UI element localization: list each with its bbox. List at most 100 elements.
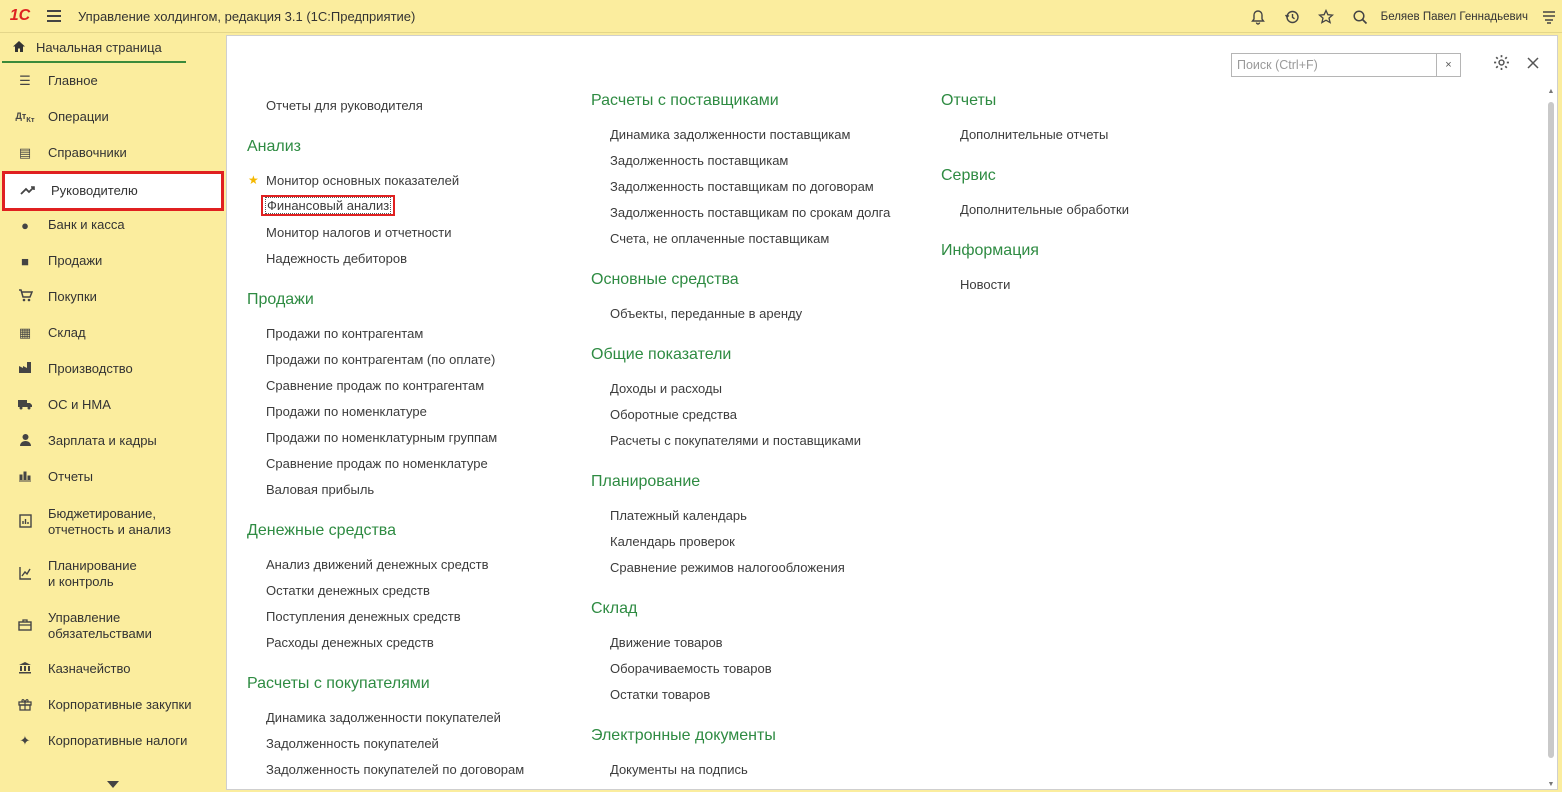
sidebar-item-operations[interactable]: ДтКт Операции	[2, 100, 224, 134]
menu-lines-icon[interactable]	[1536, 0, 1562, 33]
star-icon[interactable]	[1309, 0, 1343, 33]
settings-gear-icon[interactable]	[1491, 54, 1511, 76]
favorite-star-icon[interactable]: ★	[248, 173, 259, 187]
section-title-analysis: Анализ	[247, 138, 302, 155]
vertical-scrollbar[interactable]: ▲ ▼	[1547, 88, 1555, 788]
link-supplier-debt[interactable]: Задолженность поставщикам	[610, 153, 788, 168]
link-customer-debt-dynamics[interactable]: Динамика задолженности покупателей	[266, 710, 501, 725]
sidebar-item-reports[interactable]: Отчеты	[2, 460, 224, 494]
section-title-sales: Продажи	[247, 291, 314, 308]
home-icon	[12, 40, 26, 56]
scrollbar-thumb[interactable]	[1548, 102, 1554, 758]
bell-icon[interactable]	[1241, 0, 1275, 33]
sidebar-item-fixed-assets[interactable]: ОС и НМА	[2, 388, 224, 422]
link-additional-processing[interactable]: Дополнительные обработки	[960, 202, 1129, 217]
link-gross-profit[interactable]: Валовая прибыль	[266, 482, 374, 497]
link-sales-by-nomenclature-groups[interactable]: Продажи по номенклатурным группам	[266, 430, 497, 445]
user-name[interactable]: Беляев Павел Геннадьевич	[1381, 11, 1528, 23]
section-title-service: Сервис	[941, 167, 996, 184]
sidebar-item-payroll[interactable]: Зарплата и кадры	[2, 424, 224, 458]
link-documents-to-sign[interactable]: Документы на подпись	[610, 762, 748, 777]
sidebar-scroll-down-button[interactable]	[0, 776, 226, 792]
section-title-planning: Планирование	[591, 473, 701, 490]
sidebar-item-label: Покупки	[48, 289, 97, 304]
link-sales-by-counterparty[interactable]: Продажи по контрагентам	[266, 326, 423, 341]
sidebar-item-planning[interactable]: Планирование и контроль	[2, 552, 224, 596]
section-title-information: Информация	[941, 242, 1039, 259]
history-icon[interactable]	[1275, 0, 1309, 33]
link-tax-regime-comparison[interactable]: Сравнение режимов налогообложения	[610, 560, 845, 575]
link-cash-receipts[interactable]: Поступления денежных средств	[266, 609, 461, 624]
link-news[interactable]: Новости	[960, 277, 1010, 292]
link-debtor-reliability[interactable]: Надежность дебиторов	[266, 251, 407, 266]
briefcase-icon	[2, 618, 48, 634]
link-cash-expenses[interactable]: Расходы денежных средств	[266, 635, 434, 650]
title-bar: 1С Управление холдингом, редакция 3.1 (1…	[0, 0, 1562, 33]
sidebar-item-label: Продажи	[48, 253, 103, 268]
close-icon[interactable]	[1523, 54, 1543, 76]
app-logo[interactable]: 1С	[0, 0, 40, 33]
sidebar-item-label: Корпоративные закупки	[48, 697, 192, 712]
search-icon[interactable]	[1343, 0, 1377, 33]
sidebar-item-purchases[interactable]: Покупки	[2, 280, 224, 314]
home-page-tab[interactable]: Начальная страница	[2, 34, 186, 63]
link-working-capital[interactable]: Оборотные средства	[610, 407, 737, 422]
sidebar-item-warehouse[interactable]: ▦ Склад	[2, 316, 224, 350]
sidebar-item-label: Планирование и контроль	[48, 558, 137, 589]
sidebar-item-label: Зарплата и кадры	[48, 433, 157, 448]
link-customer-debt-by-contracts[interactable]: Задолженность покупателей по договорам	[266, 762, 524, 777]
sidebar-item-manager[interactable]: Руководителю	[2, 171, 224, 211]
link-additional-reports[interactable]: Дополнительные отчеты	[960, 127, 1108, 142]
sidebar-item-treasury[interactable]: Казначейство	[2, 652, 224, 686]
search-input[interactable]	[1232, 54, 1436, 76]
sidebar-item-main[interactable]: ☰ Главное	[2, 64, 224, 98]
link-sales-comparison-nomenclature[interactable]: Сравнение продаж по номенклатуре	[266, 456, 488, 471]
sidebar-item-obligations[interactable]: Управление обязательствами	[2, 604, 224, 648]
link-cash-flow-analysis[interactable]: Анализ движений денежных средств	[266, 557, 489, 572]
sidebar-item-catalogs[interactable]: ▤ Справочники	[2, 136, 224, 170]
sidebar-item-bank[interactable]: ● Банк и касса	[2, 208, 224, 242]
link-inspection-calendar[interactable]: Календарь проверок	[610, 534, 735, 549]
link-monitor-key-indicators[interactable]: Монитор основных показателей	[266, 173, 459, 188]
sidebar-item-production[interactable]: Производство	[2, 352, 224, 386]
sidebar-item-budgeting[interactable]: Бюджетирование, отчетность и анализ	[2, 500, 224, 544]
link-goods-turnover[interactable]: Оборачиваемость товаров	[610, 661, 772, 676]
link-tax-monitor[interactable]: Монитор налогов и отчетности	[266, 225, 452, 240]
link-customer-debt[interactable]: Задолженность покупателей	[266, 736, 439, 751]
link-payment-calendar[interactable]: Платежный календарь	[610, 508, 747, 523]
sidebar-item-label: ОС и НМА	[48, 397, 111, 412]
link-goods-movement[interactable]: Движение товаров	[610, 635, 723, 650]
link-financial-analysis[interactable]: Финансовый анализ	[260, 195, 396, 216]
link-sales-comparison-counterparty[interactable]: Сравнение продаж по контрагентам	[266, 378, 484, 393]
link-cash-balances[interactable]: Остатки денежных средств	[266, 583, 430, 598]
link-leased-objects[interactable]: Объекты, переданные в аренду	[610, 306, 802, 321]
link-sales-by-nomenclature[interactable]: Продажи по номенклатуре	[266, 404, 427, 419]
link-supplier-debt-by-contracts[interactable]: Задолженность поставщикам по договорам	[610, 179, 874, 194]
section-title-cash: Денежные средства	[247, 522, 396, 539]
section-title-fixed-assets: Основные средства	[591, 271, 739, 288]
link-unpaid-supplier-invoices[interactable]: Счета, не оплаченные поставщикам	[610, 231, 829, 246]
link-customer-supplier-settlements[interactable]: Расчеты с покупателями и поставщиками	[610, 433, 861, 448]
sidebar-item-label: Казначейство	[48, 661, 131, 676]
trend-icon	[5, 184, 51, 199]
books-icon: ▤	[18, 145, 32, 160]
main-menu-button[interactable]	[40, 0, 68, 33]
search-clear-button[interactable]: ×	[1436, 54, 1460, 76]
sidebar-item-corporate-purchases[interactable]: Корпоративные закупки	[2, 688, 224, 722]
sidebar-item-sales[interactable]: ■ Продажи	[2, 244, 224, 278]
scroll-down-icon[interactable]: ▼	[1547, 781, 1555, 788]
sidebar-item-corporate-taxes[interactable]: ✦ Корпоративные налоги	[2, 724, 224, 758]
link-income-expenses[interactable]: Доходы и расходы	[610, 381, 722, 396]
sidebar-item-label: Производство	[48, 361, 133, 376]
link-reports-for-manager[interactable]: Отчеты для руководителя	[266, 98, 423, 113]
sidebar-item-label: Руководителю	[51, 183, 138, 198]
sidebar-item-label: Главное	[48, 73, 98, 88]
bank-icon	[2, 661, 48, 677]
gift-icon	[2, 697, 48, 714]
section-title-reports: Отчеты	[941, 92, 997, 109]
link-sales-by-counterparty-payment[interactable]: Продажи по контрагентам (по оплате)	[266, 352, 495, 367]
link-supplier-debt-dynamics[interactable]: Динамика задолженности поставщикам	[610, 127, 850, 142]
link-goods-balances[interactable]: Остатки товаров	[610, 687, 710, 702]
scroll-up-icon[interactable]: ▲	[1547, 88, 1555, 95]
link-supplier-debt-by-terms[interactable]: Задолженность поставщикам по срокам долг…	[610, 205, 890, 220]
